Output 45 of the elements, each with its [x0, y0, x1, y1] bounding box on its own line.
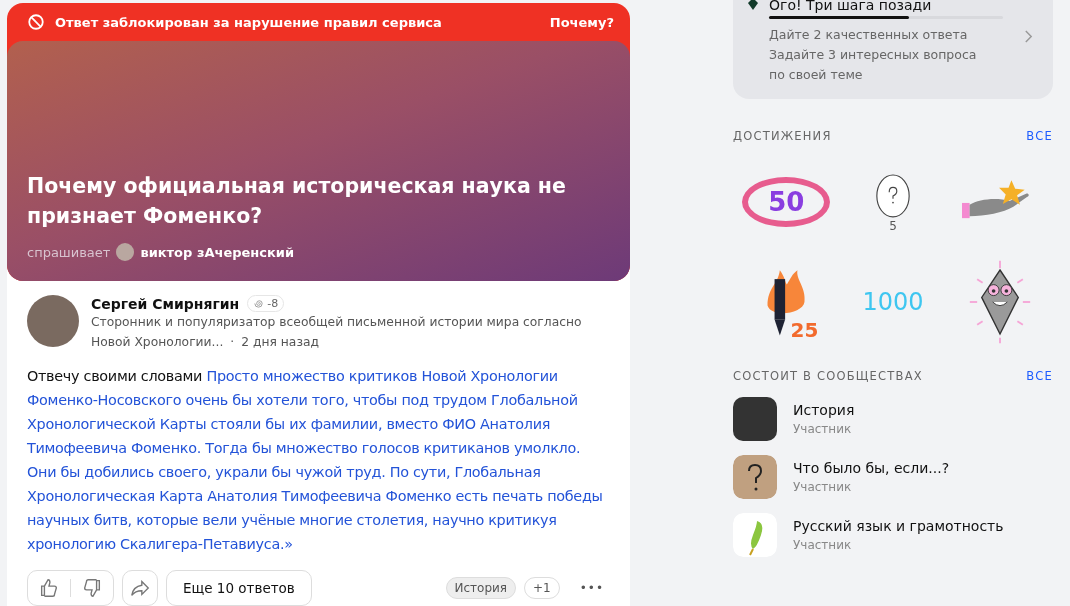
question-mark-icon[interactable]	[733, 455, 777, 499]
share-arrow-icon	[129, 577, 151, 599]
member-role: Участник	[793, 480, 853, 494]
thumbs-up-icon[interactable]	[38, 577, 60, 599]
spiral-icon	[253, 298, 265, 309]
photo-placeholder[interactable]	[733, 397, 777, 441]
progress-title: Ого! Три шага позади	[769, 0, 932, 12]
more-answers-button[interactable]: Еще 10 ответов	[166, 570, 312, 606]
community-name[interactable]: Русский язык и грамотность	[793, 518, 1004, 534]
section-heading: СОСТОИТ В СООБЩЕСТВАХ	[733, 369, 923, 383]
why-link[interactable]: Почему?	[549, 14, 614, 30]
task-text: Задайте 3 интересных вопроса по своей теме	[769, 46, 978, 84]
asker-name[interactable]: виктор зАчеренский	[140, 244, 295, 260]
crystal-face-icon[interactable]	[967, 260, 1032, 344]
member-role: Участник	[793, 538, 853, 552]
rating-value: -8	[267, 297, 279, 310]
author-bio: Сторонник и популяризатор всеобщей письменной истории мира согласно	[91, 314, 582, 331]
prohibited-icon	[27, 13, 45, 31]
question-title[interactable]: Почему официальная историческая наука не признает Фоменко?	[27, 171, 607, 231]
topic-tag[interactable]: История	[445, 577, 517, 599]
more-menu-button[interactable]: •••	[573, 580, 610, 596]
asked-label: спрашивает	[27, 244, 111, 260]
author-bio: Новой Хронологии...	[91, 335, 224, 349]
share-button[interactable]	[122, 570, 158, 606]
separator-dot: ·	[230, 335, 235, 349]
answer-text: Отвечу своими словами Просто множество критиков Новой Хронологии Фоменко-Носовского очень бы хотели того, чтобы под трудом Глобальной Хронологической Карты стояли бы их фамилии, вместо ФИО Анатолия Тимофеевича Фоменко. Тогда бы множество голосов критиканов умолкло. Они бы добились своего, украли бы чужой труд. По сути, Глобальная Хронологическая Карта Анатолия Тимофеевича Фоменко есть печать победы научных битв, которые вели учёные многие столетия, научно критикуя хронологию Скалигера-Петавиуса.»	[27, 367, 604, 554]
avatar-placeholder	[116, 243, 135, 261]
all-link[interactable]: ВСЕ	[1026, 369, 1053, 383]
thumbs-badge-drawing[interactable]: 50	[742, 177, 831, 227]
badge-count: 5	[889, 219, 897, 233]
community-name[interactable]: История	[793, 402, 855, 418]
progress-card[interactable]: Ого! Три шага позади Дайте 2 качественных ответа Задайте 3 интересных вопроса по своей теме	[733, 0, 1053, 99]
thumbs-down-icon[interactable]	[81, 577, 103, 599]
community-name[interactable]: Что было бы, если...?	[793, 460, 950, 476]
author-name[interactable]: Сергей Смирнягин	[91, 295, 240, 312]
gem-icon	[747, 0, 759, 11]
all-link[interactable]: ВСЕ	[1026, 129, 1053, 143]
section-heading: ДОСТИЖЕНИЯ	[733, 129, 832, 143]
member-role: Участник	[793, 422, 853, 436]
avatar-placeholder	[27, 295, 79, 347]
chevron-right-icon[interactable]	[1024, 29, 1033, 44]
task-text: Дайте 2 качественных ответа	[769, 26, 969, 44]
egg-icon[interactable]	[874, 171, 912, 219]
answer-time: 2 дня назад	[241, 335, 319, 349]
blocked-notice: Ответ заблокирован за нарушение правил сервиса	[55, 14, 443, 30]
